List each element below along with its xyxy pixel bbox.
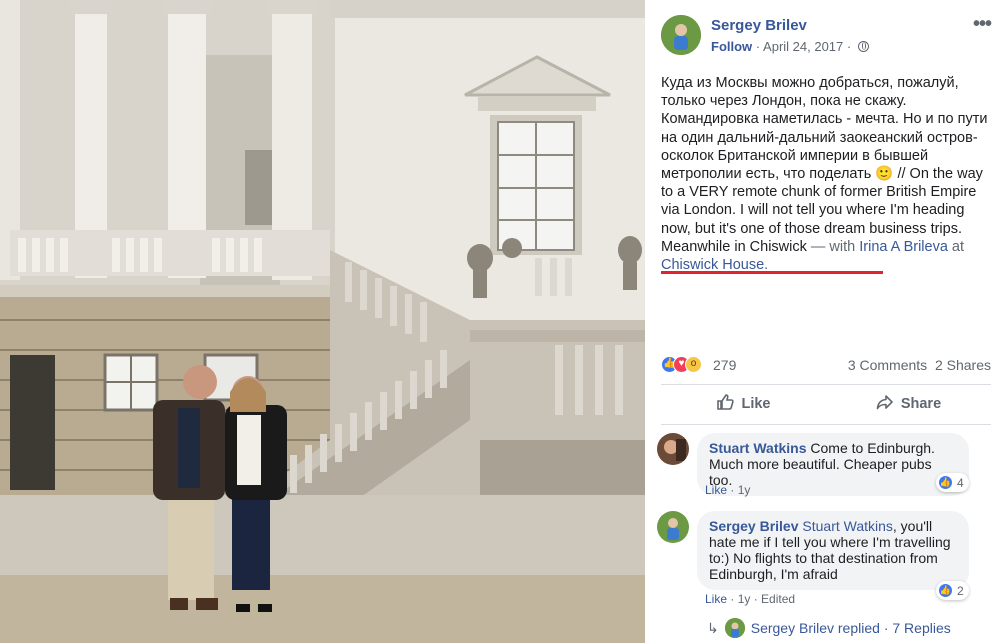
red-underline-highlight xyxy=(661,271,883,274)
comment-share-counts: 3 Comments 2 Shares xyxy=(848,357,991,373)
post-panel: Sergey Brilev Follow · April 24, 2017 · … xyxy=(645,0,1000,643)
view-replies-link[interactable]: ↳ Sergey Brilev replied · 7 Replies xyxy=(707,618,951,638)
edited-label[interactable]: Edited xyxy=(761,592,795,606)
commenter-avatar[interactable] xyxy=(657,511,689,543)
wow-icon: o xyxy=(685,356,702,373)
thumbs-up-icon xyxy=(716,393,735,415)
divider xyxy=(661,384,991,385)
like-label: Like xyxy=(741,396,771,412)
replies-separator: · xyxy=(883,620,889,636)
share-label: Share xyxy=(900,396,942,412)
post-actions: Like Share xyxy=(661,386,991,422)
tagged-person-link[interactable]: Irina A Brileva xyxy=(859,239,948,255)
share-arrow-icon xyxy=(876,393,894,415)
reaction-count[interactable]: 279 xyxy=(713,357,736,373)
commenter-name-link[interactable]: Sergey Brilev xyxy=(709,518,799,534)
at-word: at xyxy=(947,238,965,255)
chiswick-house-photo xyxy=(0,0,645,643)
commenter-name-link[interactable]: Stuart Watkins xyxy=(709,440,807,456)
comment-meta: Like · 1y xyxy=(705,483,751,497)
like-icon: 👍 xyxy=(938,583,953,598)
comment-time[interactable]: 1y xyxy=(738,483,751,497)
more-options-icon[interactable]: ••• xyxy=(973,14,992,34)
replied-word: replied xyxy=(837,620,880,636)
reply-arrow-icon: ↳ xyxy=(707,620,719,636)
meta-separator: · xyxy=(755,39,761,54)
divider xyxy=(661,424,991,425)
post-text: Куда из Москвы можно добраться, пожалуй,… xyxy=(661,74,991,274)
comment-reaction-number: 4 xyxy=(957,475,964,490)
smile-emoji-icon: 🙂 xyxy=(875,166,894,183)
reactions-bar: 👍 ♥ o 279 3 Comments 2 Shares xyxy=(661,356,991,376)
meta-separator-2: · xyxy=(846,39,852,54)
with-prefix: — with xyxy=(806,238,860,255)
replier-avatar xyxy=(724,618,745,638)
comment-meta: Like · 1y · Edited xyxy=(705,592,796,606)
commenter-avatar[interactable] xyxy=(657,433,689,465)
comment-reaction-count[interactable]: 👍 4 xyxy=(936,473,969,492)
replier-name: Sergey Brilev xyxy=(750,620,834,636)
author-avatar[interactable] xyxy=(661,15,701,55)
comments-count-link[interactable]: 3 Comments xyxy=(848,357,927,373)
comment-reaction-count[interactable]: 👍 2 xyxy=(936,581,969,600)
post-header: Sergey Brilev Follow · April 24, 2017 · … xyxy=(661,14,992,59)
comment-reaction-number: 2 xyxy=(957,583,964,598)
share-button[interactable]: Share xyxy=(826,386,991,422)
reaction-icons[interactable]: 👍 ♥ o xyxy=(661,356,702,374)
comment-time[interactable]: 1y xyxy=(738,592,751,606)
comment-like-link[interactable]: Like xyxy=(705,592,727,606)
follow-button[interactable]: Follow xyxy=(711,39,752,54)
globe-icon[interactable] xyxy=(857,41,869,52)
shares-count-link[interactable]: 2 Shares xyxy=(935,357,991,373)
like-button[interactable]: Like xyxy=(661,386,826,422)
post-date[interactable]: April 24, 2017 xyxy=(763,39,843,54)
post-photo[interactable] xyxy=(0,0,645,643)
replies-count: 7 Replies xyxy=(892,620,951,636)
like-icon: 👍 xyxy=(938,475,953,490)
comment-like-link[interactable]: Like xyxy=(705,483,727,497)
author-name-link[interactable]: Sergey Brilev xyxy=(711,17,807,34)
post-meta: Follow · April 24, 2017 · xyxy=(711,39,869,54)
tagged-user-link[interactable]: Stuart Watkins xyxy=(802,518,893,534)
comment-bubble: Sergey Brilev Stuart Watkins, you'll hat… xyxy=(697,511,969,590)
